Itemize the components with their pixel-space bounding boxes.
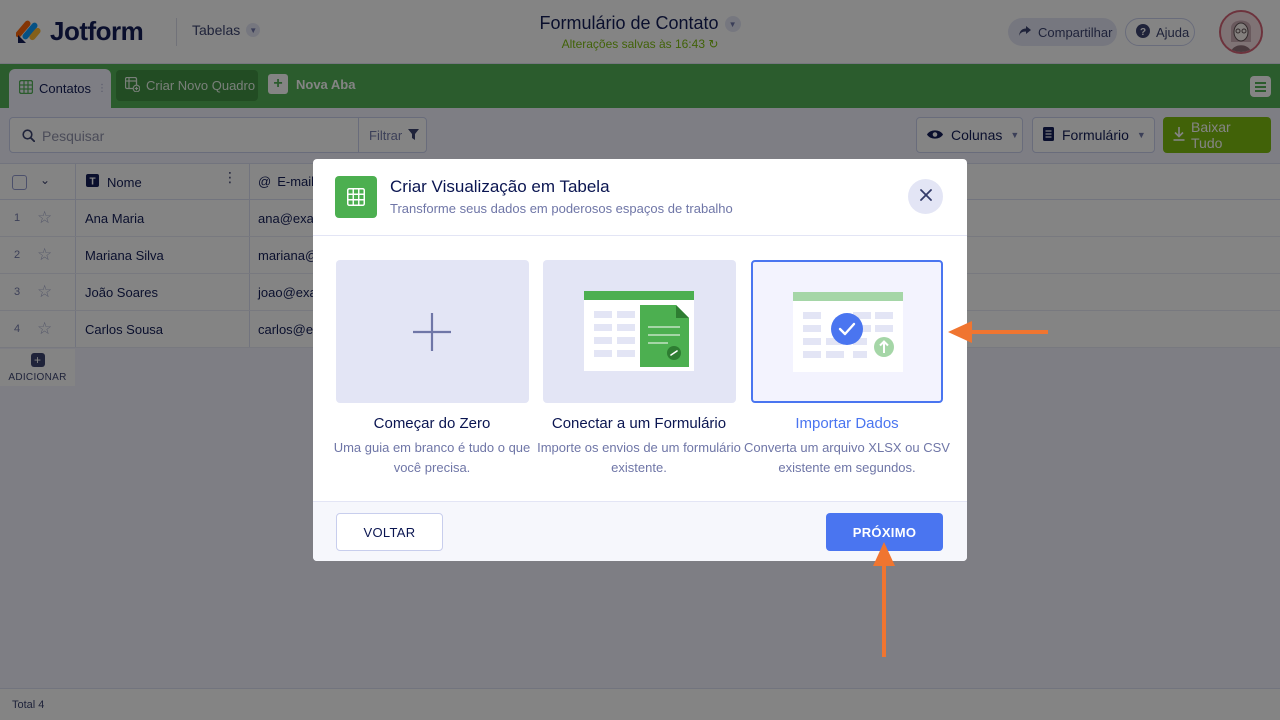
- option-title: Conectar a um Formulário: [551, 415, 727, 432]
- option-description: Importe os envios de um formulário exist…: [537, 440, 741, 475]
- dialog-header: Criar Visualização em Tabela Transforme …: [313, 159, 967, 236]
- option-start-from-scratch[interactable]: [336, 260, 529, 403]
- plus-icon: [413, 313, 451, 356]
- table-grid-icon: [335, 176, 377, 218]
- close-button[interactable]: [908, 179, 943, 214]
- option-description: Converta um arquivo XLSX ou CSV existent…: [744, 440, 950, 475]
- spreadsheet-form-illustration: [584, 291, 694, 376]
- next-button[interactable]: PRÓXIMO: [826, 513, 943, 551]
- dialog-subtitle: Transforme seus dados em poderosos espaç…: [390, 201, 733, 216]
- option-connect-form[interactable]: [543, 260, 736, 403]
- option-title-selected: Importar Dados: [795, 415, 899, 432]
- option-import-data[interactable]: [751, 260, 943, 403]
- option-title: Começar do Zero: [373, 415, 491, 432]
- back-button[interactable]: VOLTAR: [336, 513, 443, 551]
- dialog-footer: VOLTAR PRÓXIMO: [313, 501, 967, 561]
- dialog-title: Criar Visualização em Tabela: [390, 177, 610, 196]
- import-data-illustration: [793, 292, 903, 377]
- option-description: Uma guia em branco é tudo o que você pre…: [333, 440, 531, 475]
- create-table-view-dialog: Criar Visualização em Tabela Transforme …: [313, 159, 967, 561]
- close-icon: [919, 188, 932, 206]
